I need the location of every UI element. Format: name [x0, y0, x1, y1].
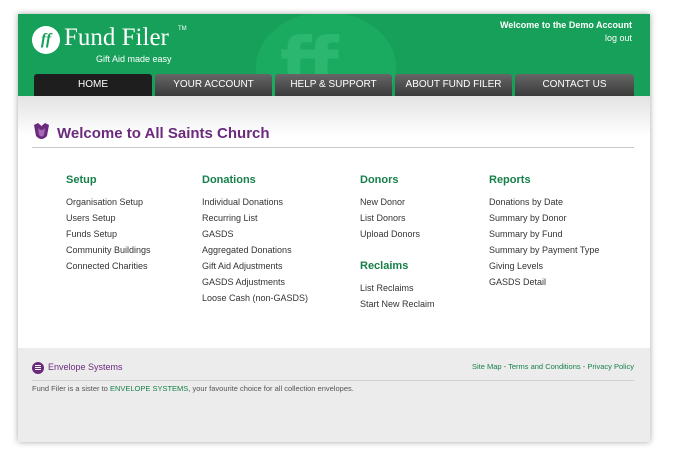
reclaims-section: Reclaims List Reclaims Start New Reclaim: [360, 260, 435, 312]
organisation-setup-link[interactable]: Organisation Setup: [66, 194, 151, 210]
new-donor-link[interactable]: New Donor: [360, 194, 420, 210]
connected-charities-link[interactable]: Connected Charities: [66, 258, 151, 274]
footer-text-before: Fund Filer is a sister to: [32, 384, 110, 393]
envelope-systems-link[interactable]: ENVELOPE SYSTEMS: [110, 384, 188, 393]
site-footer: Envelope Systems Site Map - Terms and Co…: [18, 348, 650, 442]
site-map-link[interactable]: Site Map: [472, 362, 502, 371]
donors-heading: Donors: [360, 174, 399, 186]
gift-aid-adjustments-link[interactable]: Gift Aid Adjustments: [202, 258, 308, 274]
reports-section: Reports Donations by Date Summary by Don…: [489, 174, 599, 290]
summary-by-payment-type-link[interactable]: Summary by Payment Type: [489, 242, 599, 258]
terms-link[interactable]: Terms and Conditions: [508, 362, 581, 371]
footer-text-after: , your favourite choice for all collecti…: [188, 384, 354, 393]
tab-contact-us[interactable]: CONTACT US: [515, 74, 634, 96]
upload-donors-link[interactable]: Upload Donors: [360, 226, 420, 242]
community-buildings-link[interactable]: Community Buildings: [66, 242, 151, 258]
tab-home[interactable]: HOME: [34, 74, 152, 96]
logout-link[interactable]: log out: [605, 33, 632, 43]
individual-donations-link[interactable]: Individual Donations: [202, 194, 308, 210]
setup-section: Setup Organisation Setup Users Setup Fun…: [66, 174, 151, 274]
summary-by-donor-link[interactable]: Summary by Donor: [489, 210, 599, 226]
list-donors-link[interactable]: List Donors: [360, 210, 420, 226]
aggregated-donations-link[interactable]: Aggregated Donations: [202, 242, 308, 258]
donations-section: Donations Individual Donations Recurring…: [202, 174, 308, 306]
tab-your-account[interactable]: YOUR ACCOUNT: [155, 74, 272, 96]
church-badge-icon: [34, 123, 49, 139]
recurring-list-link[interactable]: Recurring List: [202, 210, 308, 226]
logo-name: Fund Filer: [64, 24, 169, 51]
site-header: ff ff Fund Filer TM Gift Aid made easy W…: [18, 14, 650, 96]
reclaims-heading: Reclaims: [360, 260, 409, 272]
gasds-adjustments-link[interactable]: GASDS Adjustments: [202, 274, 308, 290]
app-window: ff ff Fund Filer TM Gift Aid made easy W…: [18, 14, 650, 442]
footer-text: Fund Filer is a sister to ENVELOPE SYSTE…: [32, 384, 354, 393]
envelope-systems-name: Envelope Systems: [48, 362, 123, 372]
envelope-systems-icon: [32, 362, 44, 374]
funds-setup-link[interactable]: Funds Setup: [66, 226, 151, 242]
list-reclaims-link[interactable]: List Reclaims: [360, 280, 435, 296]
page-title-row: Welcome to All Saints Church: [32, 123, 634, 148]
gasds-detail-link[interactable]: GASDS Detail: [489, 274, 599, 290]
donations-heading: Donations: [202, 174, 256, 186]
tab-about-fund-filer[interactable]: ABOUT FUND FILER: [395, 74, 512, 96]
logo-trademark: TM: [178, 26, 187, 32]
reports-heading: Reports: [489, 174, 531, 186]
ff-logo-icon: ff: [32, 26, 60, 54]
setup-heading: Setup: [66, 174, 97, 186]
users-setup-link[interactable]: Users Setup: [66, 210, 151, 226]
donors-section: Donors New Donor List Donors Upload Dono…: [360, 174, 420, 242]
privacy-policy-link[interactable]: Privacy Policy: [587, 362, 634, 371]
logo-tagline: Gift Aid made easy: [96, 54, 172, 64]
footer-links: Site Map - Terms and Conditions - Privac…: [472, 362, 634, 371]
start-new-reclaim-link[interactable]: Start New Reclaim: [360, 296, 435, 312]
loose-cash-link[interactable]: Loose Cash (non-GASDS): [202, 290, 308, 306]
page-title: Welcome to All Saints Church: [57, 125, 270, 142]
footer-divider: [32, 380, 634, 381]
donations-by-date-link[interactable]: Donations by Date: [489, 194, 599, 210]
tab-help-support[interactable]: HELP & SUPPORT: [275, 74, 392, 96]
summary-by-fund-link[interactable]: Summary by Fund: [489, 226, 599, 242]
gasds-link[interactable]: GASDS: [202, 226, 308, 242]
welcome-message: Welcome to the Demo Account: [499, 20, 632, 30]
giving-levels-link[interactable]: Giving Levels: [489, 258, 599, 274]
